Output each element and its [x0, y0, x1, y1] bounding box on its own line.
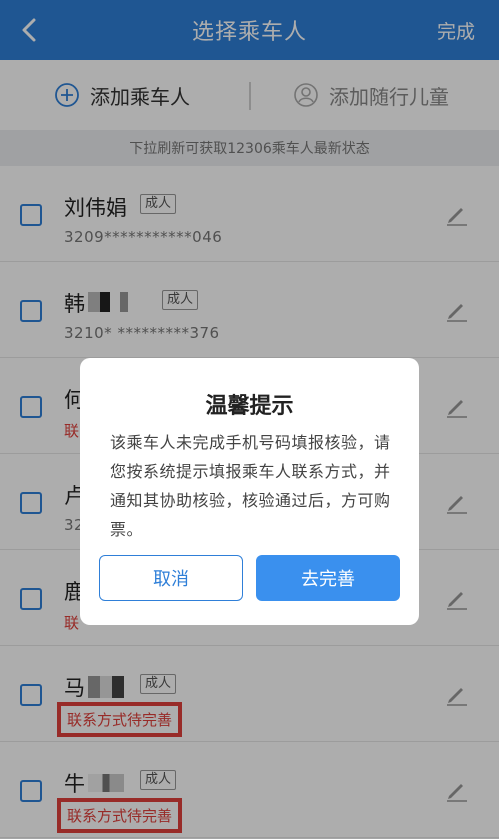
- dialog-message: 该乘车人未完成手机号码填报核验，请您按系统提示填报乘车人联系方式，并通知其协助核…: [110, 433, 391, 539]
- alert-dialog: 温馨提示 该乘车人未完成手机号码填报核验，请您按系统提示填报乘车人联系方式，并通…: [80, 358, 419, 625]
- complete-info-button[interactable]: 去完善: [256, 555, 400, 601]
- dialog-title: 温馨提示: [205, 394, 294, 419]
- modal-overlay[interactable]: 温馨提示 该乘车人未完成手机号码填报核验，请您按系统提示填报乘车人联系方式，并通…: [0, 0, 499, 839]
- cancel-button[interactable]: 取消: [99, 555, 243, 601]
